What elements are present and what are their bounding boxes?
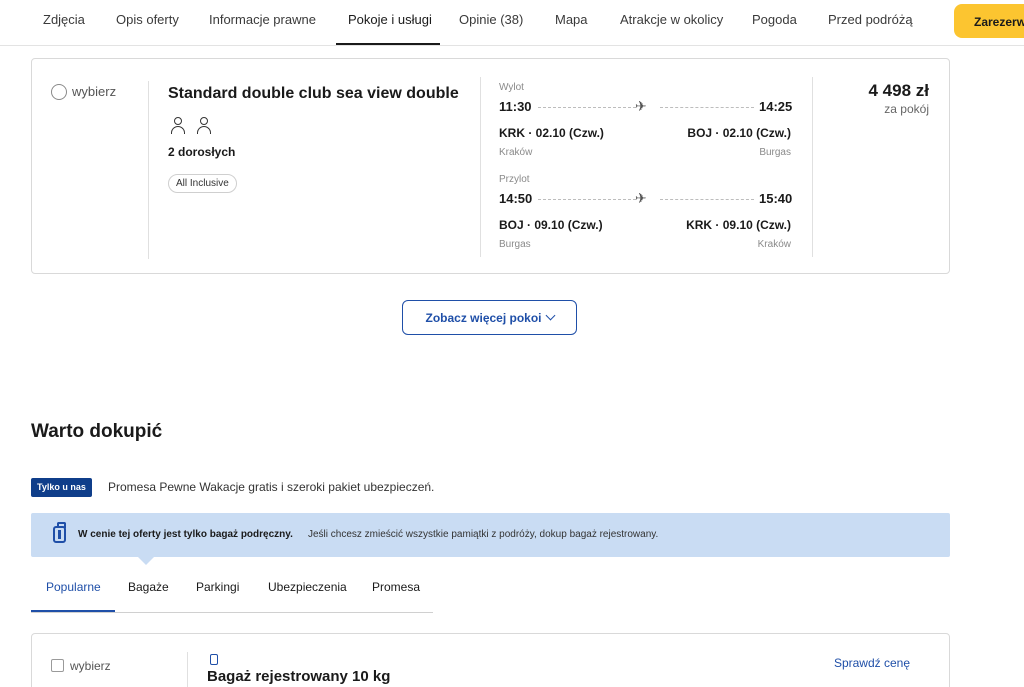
- return-label: Przylot: [499, 174, 530, 185]
- airplane-icon: ✈: [635, 190, 647, 206]
- return-departure-airport: BOJ · 09.10 (Czw.): [499, 218, 603, 232]
- active-tab-indicator: [336, 43, 440, 45]
- tab-popular[interactable]: Popularne: [46, 580, 101, 594]
- flight-line: [660, 199, 754, 200]
- exclusive-badge: Tylko u nas: [31, 478, 92, 497]
- check-price-link[interactable]: Sprawdź cenę: [834, 656, 910, 670]
- return-arrival-airport: KRK · 09.10 (Czw.): [686, 218, 791, 232]
- outbound-departure-time: 11:30: [499, 99, 532, 114]
- airplane-icon: ✈: [635, 98, 647, 114]
- banner-pointer: [138, 557, 154, 565]
- occupancy-icons: [170, 117, 218, 140]
- tab-insurance[interactable]: Ubezpieczenia: [268, 580, 347, 594]
- outbound-arrival-time: 14:25: [759, 99, 793, 114]
- room-price: 4 498 zł: [868, 81, 930, 100]
- show-more-rooms-button[interactable]: Zobacz więcej pokoi: [402, 300, 577, 335]
- outbound-departure-city: Kraków: [499, 147, 533, 158]
- nav-item-offer-description[interactable]: Opis oferty: [116, 12, 179, 27]
- return-departure-time: 14:50: [499, 191, 533, 206]
- select-room-radio[interactable]: [51, 84, 67, 100]
- nav-item-photos[interactable]: Zdjęcia: [43, 12, 85, 27]
- select-room-label[interactable]: wybierz: [72, 84, 116, 99]
- luggage-icon: [210, 654, 218, 665]
- outbound-arrival-airport: BOJ · 02.10 (Czw.): [687, 126, 791, 140]
- addon-title: Bagaż rejestrowany 10 kg: [207, 668, 391, 685]
- divider: [187, 652, 188, 687]
- luggage-info-banner: W cenie tej oferty jest tylko bagaż podr…: [31, 513, 950, 565]
- nav-item-map[interactable]: Mapa: [555, 12, 588, 27]
- top-navigation: Zdjęcia Opis oferty Informacje prawne Po…: [0, 0, 1024, 46]
- occupancy-text: 2 dorosłych: [168, 145, 236, 159]
- banner-bold-text: W cenie tej oferty jest tylko bagaż podr…: [78, 529, 293, 540]
- divider: [480, 77, 481, 257]
- active-tab-indicator: [31, 610, 115, 612]
- price-unit: za pokój: [884, 102, 929, 116]
- tab-parking[interactable]: Parkingi: [196, 580, 239, 594]
- board-badge: All Inclusive: [168, 174, 237, 193]
- outbound-label: Wylot: [499, 82, 524, 93]
- room-offer-card: wybierz Standard double club sea view do…: [31, 58, 950, 274]
- return-arrival-city: Kraków: [757, 239, 791, 250]
- flight-line: [538, 107, 636, 108]
- select-addon-checkbox[interactable]: [51, 659, 64, 672]
- room-title: Standard double club sea view double: [168, 85, 459, 102]
- flight-line: [660, 107, 754, 108]
- return-departure-city: Burgas: [499, 239, 531, 250]
- luggage-icon: [53, 522, 66, 543]
- tab-luggage[interactable]: Bagaże: [128, 580, 169, 594]
- flight-line: [538, 199, 636, 200]
- person-icon: [170, 117, 186, 135]
- outbound-arrival-city: Burgas: [759, 147, 791, 158]
- nav-item-weather[interactable]: Pogoda: [752, 12, 797, 27]
- tab-promesa[interactable]: Promesa: [372, 580, 420, 594]
- person-icon: [196, 117, 212, 135]
- select-addon-label[interactable]: wybierz: [70, 659, 111, 673]
- banner-text: Jeśli chcesz zmieścić wszystkie pamiątki…: [308, 529, 659, 540]
- nav-item-reviews[interactable]: Opinie (38): [459, 12, 523, 27]
- book-button[interactable]: Zarezerwuj: [954, 4, 1024, 38]
- nav-item-attractions[interactable]: Atrakcje w okolicy: [620, 12, 723, 27]
- show-more-rooms-label: Zobacz więcej pokoi: [425, 311, 542, 325]
- promo-text: Promesa Pewne Wakacje gratis i szeroki p…: [108, 480, 435, 494]
- nav-item-rooms-services[interactable]: Pokoje i usługi: [348, 12, 432, 27]
- return-arrival-time: 15:40: [759, 191, 793, 206]
- divider: [812, 77, 813, 257]
- divider: [148, 81, 149, 259]
- chevron-down-icon: [545, 310, 555, 321]
- nav-item-before-trip[interactable]: Przed podróżą: [828, 12, 913, 27]
- extras-tabs: Popularne Bagaże Parkingi Ubezpieczenia …: [31, 565, 433, 613]
- addon-card: wybierz Bagaż rejestrowany 10 kg Sprawdź…: [31, 633, 950, 687]
- extras-section-title: Warto dokupić: [31, 421, 163, 442]
- outbound-departure-airport: KRK · 02.10 (Czw.): [499, 126, 604, 140]
- nav-item-legal-info[interactable]: Informacje prawne: [209, 12, 316, 27]
